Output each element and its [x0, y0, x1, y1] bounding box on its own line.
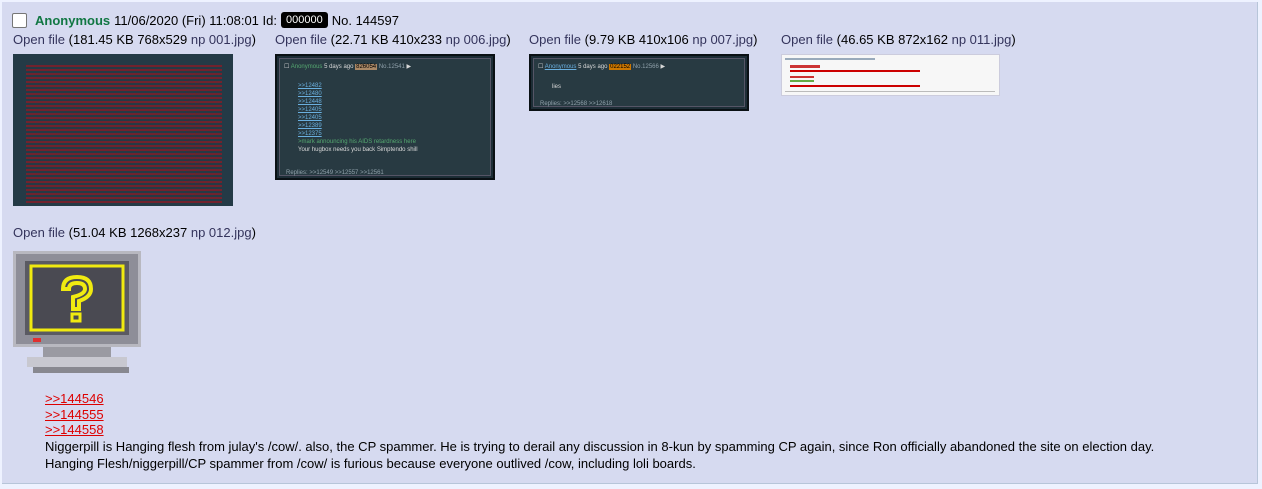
file-info-1: Open file (181.45 KB 768x529 np 001.jpg) [13, 32, 256, 47]
thumb-link: >>12480 [298, 91, 322, 97]
thumb-link: >>12482 [298, 83, 322, 89]
thumb-header: ☐ Anonymous 5 days ago 826054 No.12541 ▶ [284, 64, 412, 70]
quote-link[interactable]: >>144558 [45, 422, 104, 438]
thumb-header: ☐ Anonymous 5 days ago 022152 No.12566 ▶ [538, 64, 666, 70]
thumb-link: >>12375 [298, 131, 322, 137]
poster-id-badge[interactable]: 000000 [281, 12, 328, 28]
thumb-quote-line [790, 76, 814, 78]
thumb-checkbox: ☐ [538, 64, 544, 70]
thumbnail-np006[interactable]: ☐ Anonymous 5 days ago 826054 No.12541 ▶… [275, 54, 495, 180]
thumb-red-text-line [790, 85, 920, 87]
poster-name: Anonymous [35, 12, 111, 28]
file-details: (9.79 KB 410x106 [584, 32, 689, 47]
message-line: Hanging Flesh/niggerpill/CP spammer from… [45, 456, 696, 471]
file-name-link[interactable]: np 011.jpg [952, 32, 1012, 47]
quote-link[interactable]: >>144546 [45, 391, 104, 407]
post-header: Anonymous 11/06/2020 (Fri) 11:08:01 Id: … [12, 10, 399, 30]
thumb-post-no: No.12541 [378, 64, 405, 70]
file-name-link[interactable]: np 007.jpg [692, 32, 753, 47]
quote-link[interactable]: >>144555 [45, 407, 104, 423]
file-info-4: Open file (46.65 KB 872x162 np 011.jpg) [781, 32, 1016, 47]
open-file-link[interactable]: Open file [529, 32, 581, 47]
file-name-link[interactable]: np 001.jpg [191, 32, 252, 47]
thumb-id: 022152 [609, 64, 632, 70]
post-container: Anonymous 11/06/2020 (Fri) 11:08:01 Id: … [2, 2, 1258, 484]
thumb-poster-name: Anonymous [544, 64, 577, 70]
open-file-link[interactable]: Open file [13, 225, 65, 240]
file-details-close: ) [753, 32, 758, 47]
thumb-poster-name: Anonymous [290, 64, 323, 70]
thumb-time: 5 days ago [324, 64, 354, 70]
file-details: (22.71 KB 410x233 [330, 32, 442, 47]
thumbnail-np001[interactable] [13, 54, 233, 206]
thumb-replies: Replies: >>12549 >>12557 >>12561 [286, 170, 384, 176]
thumbnail-text-lines [26, 65, 222, 203]
thumbnail-np011[interactable] [781, 54, 1000, 96]
file-details-close: ) [1011, 32, 1016, 47]
file-name-link[interactable]: np 006.jpg [446, 32, 507, 47]
thumb-link: >>12405 [298, 115, 322, 121]
post-select-checkbox[interactable] [12, 12, 27, 28]
thumb-link: >>12389 [298, 123, 322, 129]
file-info-5: Open file (51.04 KB 1268x237 np 012.jpg) [13, 225, 256, 240]
open-file-link[interactable]: Open file [781, 32, 833, 47]
file-details-close: ) [506, 32, 511, 47]
open-file-link[interactable]: Open file [275, 32, 327, 47]
file-details: (51.04 KB 1268x237 [68, 225, 188, 240]
thumb-red-text-line [790, 70, 920, 72]
thumbnail-np012[interactable] [13, 251, 141, 375]
thumbnail-np007[interactable]: ☐ Anonymous 5 days ago 022152 No.12566 ▶… [529, 54, 749, 111]
file-details-close: ) [251, 32, 256, 47]
thumb-greentext: >mark announcing his AIDS retardness her… [298, 139, 416, 145]
thumb-checkbox: ☐ [284, 64, 290, 70]
post-number[interactable]: 144597 [356, 13, 399, 28]
file-details-close: ) [251, 225, 256, 240]
open-file-link[interactable]: Open file [13, 32, 65, 47]
file-details: (181.45 KB 768x529 [68, 32, 188, 47]
thumb-header-line [785, 58, 875, 60]
file-name-link[interactable]: np 012.jpg [191, 225, 252, 240]
thumb-time: 5 days ago [578, 64, 608, 70]
thumb-text: lies [552, 84, 562, 90]
thumb-footer-line [785, 91, 995, 92]
post-message: Niggerpill is Hanging flesh from julay's… [45, 438, 1154, 472]
id-label: Id: [262, 12, 277, 28]
thumb-quote-line [790, 65, 820, 68]
post-number-label[interactable]: No. [332, 13, 352, 28]
thumbnail-post-box: ☐ Anonymous 5 days ago 022152 No.12566 ▶… [533, 58, 745, 107]
thumb-post-no: No.12566 [632, 64, 659, 70]
question-monitor-icon [13, 251, 141, 373]
thumb-link: >>12448 [298, 99, 322, 105]
file-info-3: Open file (9.79 KB 410x106 np 007.jpg) [529, 32, 757, 47]
thumb-text: Your hugbox needs you back Simptendo shi… [298, 147, 418, 153]
quote-links: >>144546 >>144555 >>144558 [45, 391, 104, 438]
thumb-greentext-line [790, 80, 814, 82]
file-details: (46.65 KB 872x162 [836, 32, 948, 47]
thumb-id: 826054 [355, 64, 378, 70]
message-line: Niggerpill is Hanging flesh from julay's… [45, 439, 1155, 454]
thumb-links: >>12482 >>12480 >>12448 >>12405 >>12405 … [298, 82, 418, 154]
thumb-link: >>12405 [298, 107, 322, 113]
file-info-2: Open file (22.71 KB 410x233 np 006.jpg) [275, 32, 511, 47]
post-datetime: 11/06/2020 (Fri) 11:08:01 [114, 12, 259, 28]
thumbnail-post-box: ☐ Anonymous 5 days ago 826054 No.12541 ▶… [279, 58, 491, 176]
thumb-replies: Replies: >>12568 >>12618 [540, 101, 613, 107]
